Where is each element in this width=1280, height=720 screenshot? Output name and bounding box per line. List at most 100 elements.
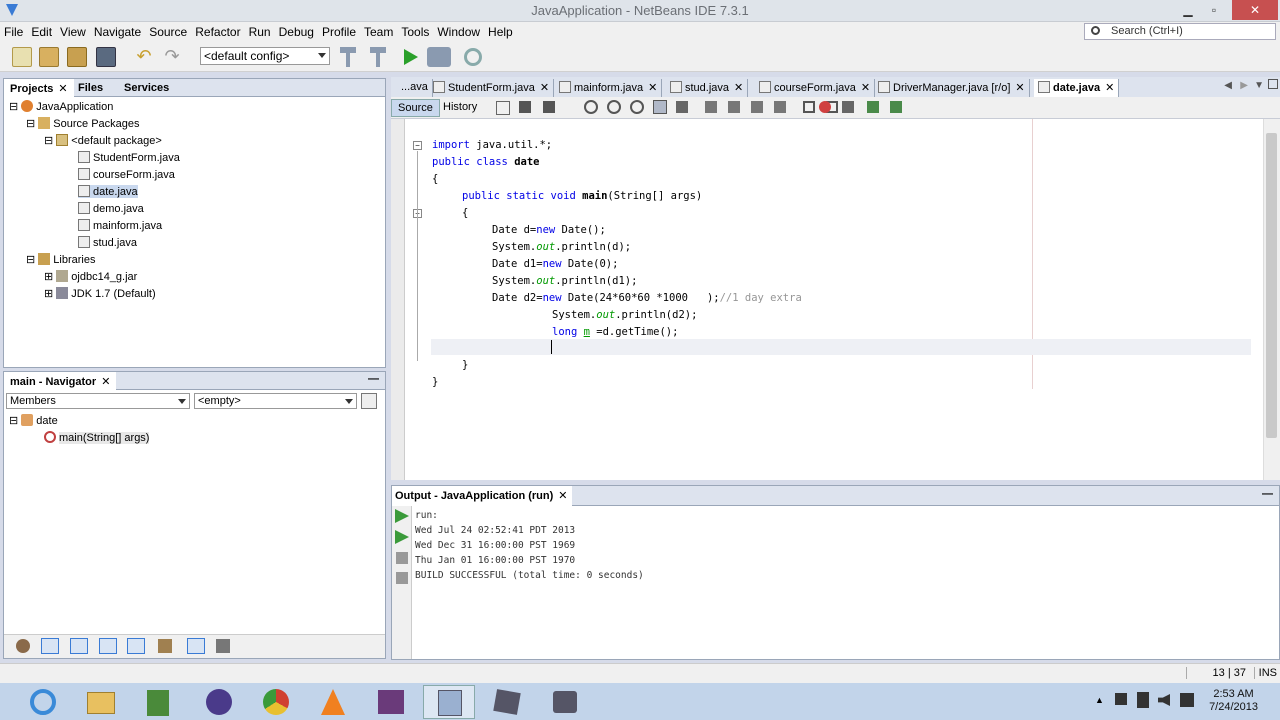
rerun-icon[interactable] — [395, 509, 409, 523]
build-icon[interactable] — [340, 47, 356, 67]
vlc-icon[interactable] — [307, 685, 359, 719]
tree-item-libraries[interactable]: ⊟ Libraries — [26, 253, 95, 266]
tree-item-jdk[interactable]: ⊞ JDK 1.7 (Default) — [44, 287, 156, 300]
debug-icon[interactable] — [427, 47, 451, 67]
tree-item-ojdbc[interactable]: ⊞ ojdbc14_g.jar — [44, 270, 137, 283]
close-icon[interactable]: ✕ — [540, 82, 549, 94]
notepad-icon[interactable] — [131, 685, 183, 719]
close-icon[interactable]: ✕ — [58, 83, 67, 95]
tree-item-courseform[interactable]: courseForm.java — [78, 168, 175, 181]
filter-select[interactable]: <empty> — [194, 393, 357, 409]
scrollbar-thumb[interactable] — [1266, 133, 1277, 438]
find-icon[interactable] — [584, 100, 598, 114]
tree-item-date[interactable]: date.java — [78, 185, 138, 198]
editor-scrollbar[interactable] — [1263, 119, 1280, 480]
open-project-icon[interactable] — [67, 47, 87, 67]
tab-stud[interactable]: stud.java ✕ — [666, 79, 749, 97]
tab-output[interactable]: Output - JavaApplication (run) ✕ — [392, 486, 572, 506]
winrar-icon[interactable] — [365, 685, 417, 719]
tree-item-demo[interactable]: demo.java — [78, 202, 144, 215]
new-project-icon[interactable] — [39, 47, 59, 67]
sort-by-name-icon[interactable] — [187, 638, 205, 654]
tab-courseform[interactable]: courseForm.java ✕ — [755, 79, 876, 97]
redo-icon[interactable]: ↷ — [162, 47, 182, 67]
static-filter-icon[interactable] — [70, 638, 88, 654]
private-filter-icon[interactable] — [99, 638, 117, 654]
maximize-editor-icon[interactable] — [1268, 79, 1278, 89]
chrome-icon[interactable] — [250, 685, 302, 719]
find-previous-icon[interactable] — [607, 100, 621, 114]
minimize-panel-icon[interactable]: — — [368, 373, 379, 385]
shift-left-icon[interactable] — [803, 101, 815, 113]
close-icon[interactable]: ✕ — [1015, 82, 1024, 94]
next-bookmark-icon[interactable] — [728, 101, 740, 113]
fields-filter-icon[interactable] — [41, 638, 59, 654]
menu-edit[interactable]: Edit — [27, 22, 56, 39]
scroll-tabs-left-icon[interactable]: ◀ — [1224, 80, 1232, 91]
screen-recorder-icon[interactable] — [539, 685, 591, 719]
menu-profile[interactable]: Profile — [318, 22, 360, 39]
close-icon[interactable]: ✕ — [558, 490, 567, 502]
back-icon[interactable] — [519, 101, 531, 113]
toggle-highlight-icon[interactable] — [653, 100, 667, 114]
system-clock[interactable]: 2:53 AM 7/24/2013 — [1209, 688, 1258, 714]
last-edit-icon[interactable] — [496, 101, 510, 115]
menu-help[interactable]: Help — [484, 22, 517, 39]
previous-bookmark-icon[interactable] — [705, 101, 717, 113]
history-button[interactable]: History — [437, 99, 483, 117]
menu-navigate[interactable]: Navigate — [90, 22, 145, 39]
clear-bookmarks-icon[interactable] — [774, 101, 786, 113]
stop-icon[interactable] — [396, 552, 408, 564]
maximize-button[interactable]: ▫ — [1202, 0, 1226, 20]
toggle-rectangular-icon[interactable] — [676, 101, 688, 113]
profile-icon[interactable] — [464, 48, 482, 66]
sort-by-source-icon[interactable] — [216, 639, 230, 653]
menu-debug[interactable]: Debug — [275, 22, 318, 39]
undo-icon[interactable]: ↶ — [134, 47, 154, 67]
toggle-bookmark-icon[interactable] — [751, 101, 763, 113]
tree-item-javaapplication[interactable]: ⊟ JavaApplication — [9, 100, 113, 113]
file-explorer-icon[interactable] — [75, 685, 127, 719]
find-next-icon[interactable] — [630, 100, 644, 114]
tab-list-icon[interactable]: ▼ — [1254, 80, 1264, 91]
navigator-options-icon[interactable] — [361, 393, 377, 409]
nav-item-class[interactable]: ⊟ date — [9, 414, 58, 427]
clean-build-icon[interactable] — [370, 47, 386, 67]
tab-studentform[interactable]: StudentForm.java ✕ — [429, 79, 555, 97]
run-icon[interactable] — [404, 49, 418, 65]
output-settings-icon[interactable] — [396, 572, 408, 584]
tree-item-mainform[interactable]: mainform.java — [78, 219, 162, 232]
menu-tools[interactable]: Tools — [397, 22, 433, 39]
search-input[interactable]: Search (Ctrl+I) — [1084, 23, 1276, 40]
tab-date[interactable]: date.java ✕ — [1034, 79, 1120, 97]
tab-files[interactable]: Files — [72, 79, 109, 97]
action-center-icon[interactable] — [1115, 693, 1127, 705]
close-icon[interactable]: ✕ — [734, 82, 743, 94]
menu-file[interactable]: File — [0, 22, 27, 39]
nav-item-method[interactable]: main(String[] args) — [44, 431, 150, 444]
tab-mainform[interactable]: mainform.java ✕ — [555, 79, 663, 97]
fold-toggle-icon[interactable]: − — [413, 141, 422, 150]
members-select[interactable]: Members — [6, 393, 190, 409]
record-macro-icon[interactable] — [819, 101, 831, 113]
comment-icon[interactable] — [867, 101, 879, 113]
network-icon[interactable] — [1137, 692, 1149, 708]
scroll-tabs-right-icon[interactable]: ▶ — [1240, 80, 1248, 91]
close-icon[interactable]: ✕ — [861, 82, 870, 94]
minimize-button[interactable]: ▁ — [1176, 0, 1200, 20]
volume-icon[interactable] — [1158, 694, 1170, 706]
tree-item-default-package[interactable]: ⊟ <default package> — [44, 134, 162, 147]
netbeans-taskbar-icon[interactable] — [423, 685, 475, 719]
code-editor[interactable]: − − import java.util.*; public class dat… — [391, 119, 1280, 480]
show-hidden-icons[interactable]: ▲ — [1095, 695, 1104, 705]
config-select[interactable]: <default config> — [200, 47, 330, 65]
tree-item-studentform[interactable]: StudentForm.java — [78, 151, 180, 164]
source-button[interactable]: Source — [391, 99, 440, 117]
close-icon[interactable]: ✕ — [101, 376, 110, 388]
close-icon[interactable]: ✕ — [1105, 82, 1114, 94]
tab-services[interactable]: Services — [118, 79, 175, 97]
uncomment-icon[interactable] — [890, 101, 902, 113]
tree-item-stud[interactable]: stud.java — [78, 236, 137, 249]
minimize-panel-icon[interactable]: — — [1262, 488, 1273, 500]
tree-item-source-packages[interactable]: ⊟ Source Packages — [26, 117, 140, 130]
